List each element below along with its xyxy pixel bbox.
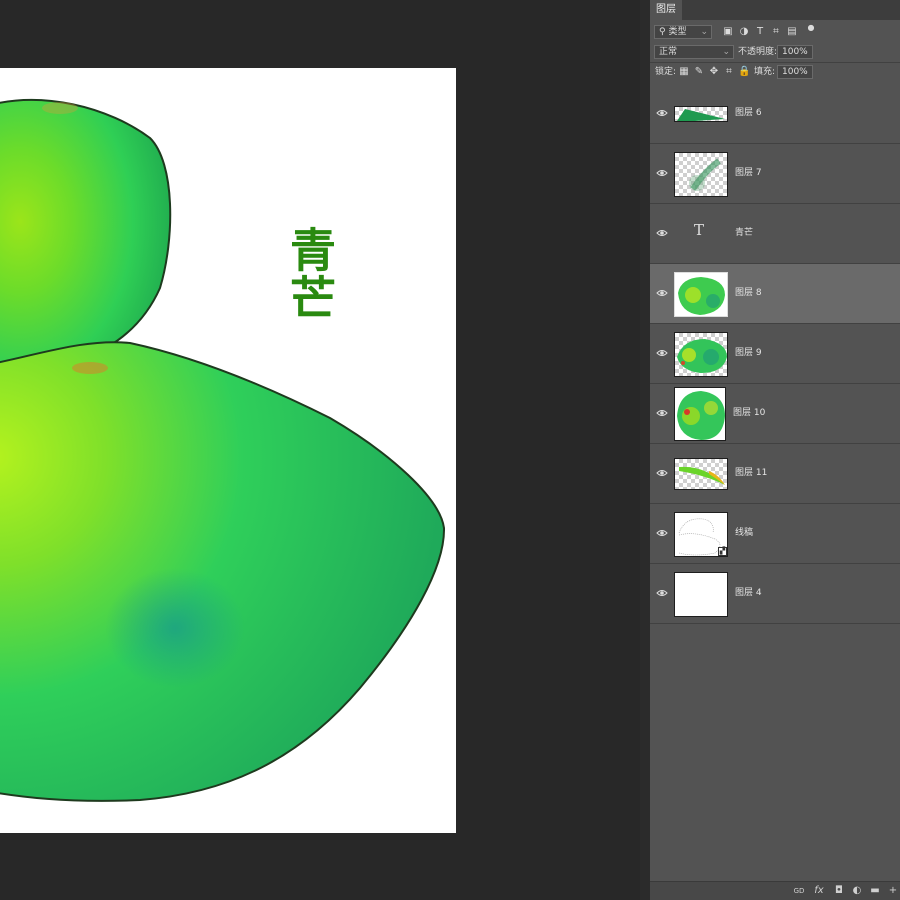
layer-name: 图层 4	[735, 588, 762, 598]
filter-row: ⚲ 类型 ⌄ ▣ ◑ T ⌗ ▤ ●	[650, 21, 900, 44]
chevron-down-icon: ⌄	[722, 47, 730, 57]
eye-icon[interactable]	[656, 287, 668, 299]
blend-mode-select[interactable]: 正常 ⌄	[654, 45, 734, 59]
lock-all-icon[interactable]: 🔒	[738, 65, 750, 79]
blend-mode-value: 正常	[659, 47, 678, 57]
layers-panel: 图层 ⚲ 类型 ⌄ ▣ ◑ T ⌗ ▤ ● 正常 ⌄ 不透明度: 100% ⌄ …	[650, 0, 900, 900]
layer-row-selected[interactable]: 图层 8	[650, 264, 900, 324]
lock-row: 锁定: ▦ ✎ ✥ ⌗ 🔒 填充: 100% ⌄	[650, 64, 900, 84]
smart-object-filter-icon[interactable]: ▤	[786, 25, 798, 39]
smart-object-badge-icon: ▞	[718, 547, 727, 556]
layer-row[interactable]: 图层 9	[650, 324, 900, 384]
layer-style-icon[interactable]: fx	[812, 884, 826, 898]
eye-icon[interactable]	[656, 467, 668, 479]
layer-name: 图层 8	[735, 288, 762, 298]
fill-label: 填充:	[754, 67, 776, 77]
layer-row[interactable]: 图层 11	[650, 444, 900, 504]
new-adjustment-icon[interactable]: ◐	[850, 884, 864, 898]
layer-row[interactable]: T 青芒	[650, 204, 900, 264]
chevron-down-icon: ⌄	[700, 27, 708, 37]
eye-icon[interactable]	[656, 107, 668, 119]
eye-icon[interactable]	[656, 347, 668, 359]
panel-tab-bar: 图层	[650, 0, 900, 20]
fill-field[interactable]: 100% ⌄	[777, 65, 813, 79]
layer-name: 图层 6	[735, 108, 762, 118]
chevron-down-icon: ⌄	[801, 47, 809, 57]
layer-thumbnail	[674, 152, 728, 197]
opacity-field[interactable]: 100% ⌄	[777, 45, 813, 59]
layer-name: 图层 11	[735, 468, 768, 478]
search-icon: ⚲	[659, 27, 666, 37]
pixel-filter-icon[interactable]: ▣	[722, 25, 734, 39]
opacity-label: 不透明度:	[738, 47, 778, 57]
eye-icon[interactable]	[656, 527, 668, 539]
lock-position-icon[interactable]: ✥	[708, 65, 720, 79]
filter-kind-select[interactable]: ⚲ 类型 ⌄	[654, 25, 712, 39]
eye-icon[interactable]	[656, 227, 668, 239]
panel-divider	[640, 0, 650, 900]
tab-layers[interactable]: 图层	[650, 0, 682, 20]
eye-icon[interactable]	[656, 407, 668, 419]
lock-transparency-icon[interactable]: ▦	[678, 65, 690, 79]
eye-icon[interactable]	[656, 587, 668, 599]
lock-label: 锁定:	[655, 67, 677, 77]
adjustment-filter-icon[interactable]: ◑	[738, 25, 750, 39]
layer-name: 图层 10	[733, 408, 766, 418]
mango-artwork	[0, 98, 446, 802]
layer-thumbnail	[674, 272, 728, 317]
layer-thumbnail	[674, 106, 728, 122]
new-layer-icon[interactable]: +	[886, 884, 900, 898]
layer-thumbnail	[674, 387, 726, 441]
document-canvas[interactable]: 青芒	[0, 68, 456, 833]
layer-row[interactable]: 图层 10	[650, 384, 900, 444]
layer-thumbnail	[674, 458, 728, 490]
layer-name: 线稿	[735, 528, 754, 538]
layer-thumbnail	[674, 572, 728, 617]
link-layers-icon[interactable]: GD	[792, 884, 806, 898]
type-layer-icon: T	[694, 221, 705, 239]
layer-row[interactable]: ▞ 线稿	[650, 504, 900, 564]
document-workspace[interactable]: 青芒	[0, 0, 640, 900]
lock-artboard-icon[interactable]: ⌗	[723, 65, 735, 79]
layer-name: 图层 9	[735, 348, 762, 358]
filter-toggle-icon[interactable]: ●	[805, 21, 817, 35]
add-mask-icon[interactable]: ◘	[832, 884, 846, 898]
layers-panel-footer: GD fx ◘ ◐ ▬ +	[650, 881, 900, 900]
layer-row[interactable]: 图层 6	[650, 84, 900, 144]
shape-filter-icon[interactable]: ⌗	[770, 25, 782, 39]
chevron-down-icon: ⌄	[801, 67, 809, 77]
filter-kind-label: 类型	[668, 27, 687, 37]
lock-pixels-icon[interactable]: ✎	[693, 65, 705, 79]
options-separator	[650, 62, 900, 63]
layer-name: 青芒	[735, 228, 754, 238]
blend-row: 正常 ⌄ 不透明度: 100% ⌄	[650, 44, 900, 64]
new-group-icon[interactable]: ▬	[868, 884, 882, 898]
eye-icon[interactable]	[656, 167, 668, 179]
layer-row[interactable]: 图层 4	[650, 564, 900, 624]
layer-thumbnail	[674, 332, 728, 377]
layer-thumbnail: ▞	[674, 512, 728, 557]
layer-row[interactable]: 图层 7	[650, 144, 900, 204]
type-filter-icon[interactable]: T	[754, 25, 766, 39]
layer-name: 图层 7	[735, 168, 762, 178]
artwork-vertical-title: 青芒	[283, 226, 337, 322]
